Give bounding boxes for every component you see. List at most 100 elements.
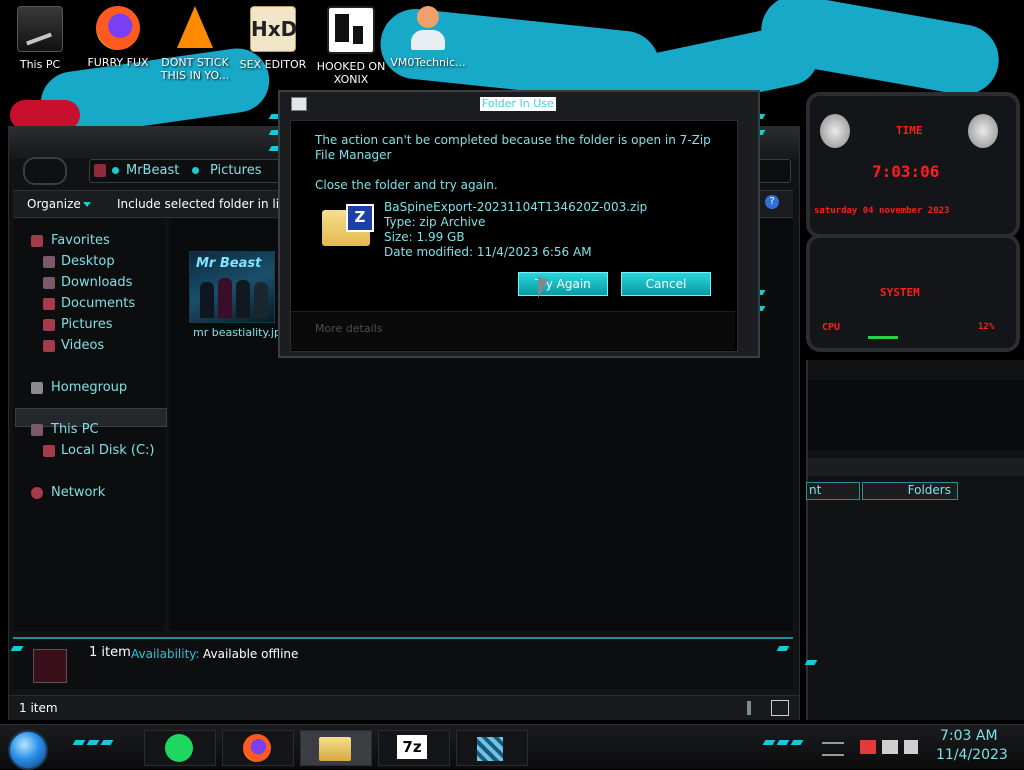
dialog-file-size: Size: 1.99 GB <box>384 230 465 244</box>
desktop-icon-furry-fux[interactable]: FURRY FUX <box>80 6 156 69</box>
help-icon[interactable]: ? <box>765 195 779 209</box>
cpu-meter <box>868 336 898 339</box>
taskbar-network-app[interactable] <box>456 730 528 766</box>
details-count: 1 item <box>89 645 131 660</box>
nav-documents[interactable]: Documents <box>61 296 135 311</box>
dialog-file-modified: Date modified: 11/4/2023 6:56 AM <box>384 245 592 259</box>
nav-downloads[interactable]: Downloads <box>61 275 132 290</box>
nav-network[interactable]: Network <box>51 485 105 500</box>
alien-head-icon <box>820 114 850 148</box>
start-button[interactable] <box>8 730 48 770</box>
hxd-editor-icon: HxD <box>250 6 297 52</box>
nav-this-pc[interactable]: This PC <box>51 422 99 437</box>
desktop-icon-dont-stick[interactable]: DONT STICK THIS IN YO... <box>157 6 233 82</box>
desktop-icon-label: DONT STICK THIS IN YO... <box>160 56 230 82</box>
cancel-button[interactable]: Cancel <box>621 272 711 296</box>
documents-icon <box>43 298 55 310</box>
computer-icon <box>17 6 63 52</box>
alien-head-icon <box>968 114 998 148</box>
pictures-icon <box>43 319 55 331</box>
show-hidden-icons-icon[interactable] <box>822 742 844 756</box>
firefox-icon <box>243 734 271 762</box>
include-in-library-button[interactable]: Include selected folder in libra <box>117 197 299 211</box>
downloads-icon <box>43 277 55 289</box>
taskbar-7zip[interactable]: 7z <box>378 730 450 766</box>
desktop-icon-label: SEX EDITOR <box>239 58 307 71</box>
availability-value: Available offline <box>203 647 299 661</box>
desktop-icon-label: HOOKED ON XONIX <box>316 60 386 86</box>
action-center-flag-icon[interactable] <box>860 740 876 754</box>
details-view-icon[interactable] <box>747 701 751 715</box>
homegroup-icon <box>31 382 43 394</box>
large-icons-view-icon[interactable] <box>771 700 789 716</box>
taskbar-spotify[interactable] <box>144 730 216 766</box>
desktop-icon-label: VM0Technic... <box>390 56 466 69</box>
network-app-icon <box>477 737 503 761</box>
nav-homegroup[interactable]: Homegroup <box>51 380 127 395</box>
breadcrumb-mrbeast[interactable]: MrBeast <box>126 163 179 178</box>
file-preview-icon <box>33 649 67 683</box>
column-header-folders[interactable]: Folders <box>862 482 958 500</box>
videos-icon <box>43 340 55 352</box>
thumbnail-text: Mr Beast <box>196 256 262 271</box>
file-name-label[interactable]: mr beastiality.jp <box>193 326 281 339</box>
cpu-label: CPU <box>822 322 841 333</box>
nav-videos[interactable]: Videos <box>61 338 104 353</box>
taskbar-firefox[interactable] <box>222 730 294 766</box>
computer-icon <box>31 424 43 436</box>
file-explorer-icon <box>319 737 351 761</box>
network-icon <box>31 487 43 499</box>
nav-pictures[interactable]: Pictures <box>61 317 112 332</box>
file-thumbnail[interactable]: Mr Beast <box>189 251 275 323</box>
desktop-icon <box>43 256 55 268</box>
volume-icon[interactable] <box>904 740 918 754</box>
drive-icon <box>43 445 55 457</box>
dialog-footer: More details <box>291 311 735 350</box>
desktop-icon-this-pc[interactable]: This PC <box>2 6 78 71</box>
nav-desktop[interactable]: Desktop <box>61 254 115 269</box>
status-item-count: 1 item <box>19 701 58 715</box>
user-doctor-icon <box>406 6 450 50</box>
dialog-title: Folder In Use <box>480 97 556 111</box>
star-icon <box>31 235 43 247</box>
status-bar: 1 item <box>9 695 799 720</box>
back-forward-orb[interactable] <box>23 157 67 185</box>
nav-favorites[interactable]: Favorites <box>51 233 110 248</box>
desktop-icon-label: This PC <box>19 58 61 71</box>
taskbar-file-explorer[interactable] <box>300 730 372 766</box>
breadcrumb-separator <box>192 167 199 174</box>
dialog-file-type: Type: zip Archive <box>384 215 486 229</box>
system-gadget[interactable]: SYSTEM CPU 12% <box>806 234 1020 352</box>
taskbar-clock-time[interactable]: 7:03 AM <box>940 728 998 744</box>
background-window <box>806 360 1024 720</box>
spotify-icon <box>165 734 193 762</box>
dialog-file-name: BaSpineExport-20231104T134620Z-003.zip <box>384 200 648 214</box>
taskbar-clock-date[interactable]: 11/4/2023 <box>936 747 1008 763</box>
breadcrumb-pictures[interactable]: Pictures <box>210 163 261 178</box>
system-label: SYSTEM <box>880 286 920 299</box>
more-details-toggle[interactable]: More details <box>315 322 382 335</box>
dialog-instruction: Close the folder and try again. <box>315 178 498 192</box>
zip-archive-icon: Z <box>322 202 374 246</box>
network-tray-icon[interactable] <box>882 740 898 754</box>
7zip-icon: 7z <box>397 735 427 759</box>
desktop-icon-vm0technic[interactable]: VM0Technic... <box>390 6 466 69</box>
mouse-cursor-icon <box>538 276 548 302</box>
nav-local-disk[interactable]: Local Disk (C:) <box>61 443 154 458</box>
try-again-button[interactable]: Try Again <box>518 272 608 296</box>
vlc-cone-icon <box>173 6 217 50</box>
details-pane: 1 item Availability: Available offline <box>13 637 793 689</box>
clock-gadget[interactable]: TIME 7:03:06 saturday 04 november 2023 <box>806 92 1020 238</box>
column-header[interactable]: nt <box>806 482 860 500</box>
cpu-value: 12% <box>978 322 995 332</box>
breadcrumb-separator <box>112 167 119 174</box>
organize-button[interactable]: Organize <box>27 197 81 211</box>
game-icon <box>327 6 375 54</box>
desktop-icon-sex-editor[interactable]: HxD SEX EDITOR <box>235 6 311 71</box>
dialog-message: The action can't be completed because th… <box>315 133 711 162</box>
clock-label: TIME <box>896 124 923 137</box>
dialog-app-icon <box>291 97 307 111</box>
chevron-down-icon <box>83 202 91 207</box>
clock-date: saturday 04 november 2023 <box>814 206 950 216</box>
desktop-icon-hooked-on-xonix[interactable]: HOOKED ON XONIX <box>313 6 389 86</box>
